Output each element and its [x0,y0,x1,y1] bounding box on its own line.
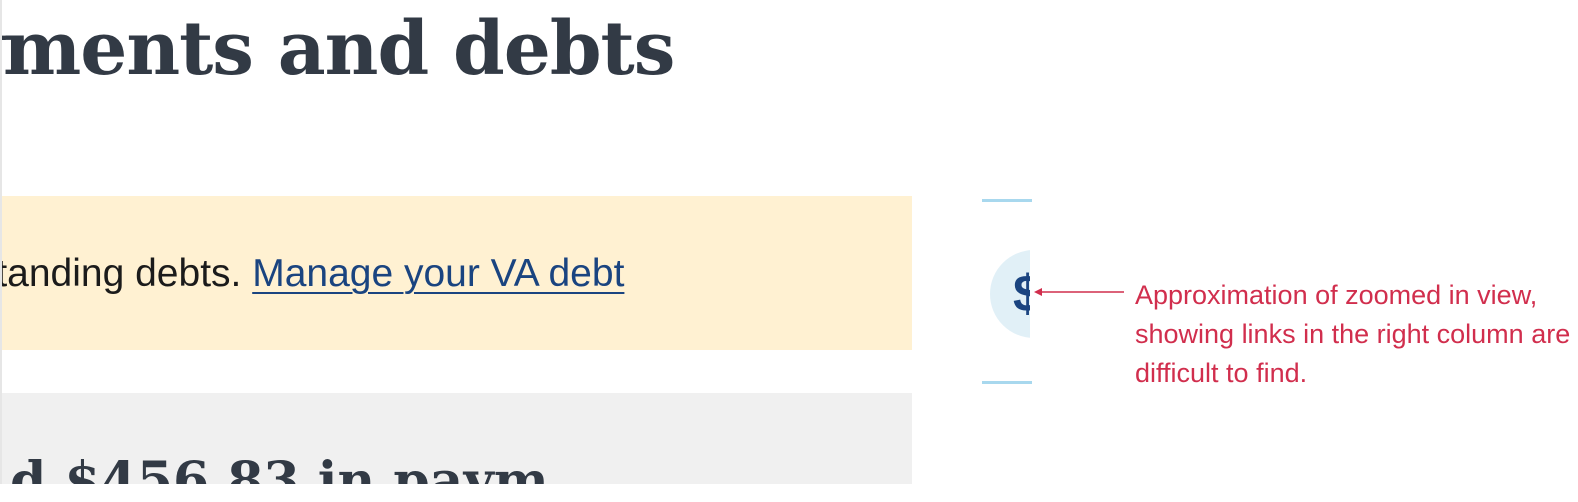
alert-text: tstanding debts. Manage your VA debt [2,252,624,296]
sidebar-bottom-rule [982,381,1032,384]
annotation-note: Approximation of zoomed in view, showing… [1135,280,1571,388]
manage-debt-link[interactable]: Manage your VA debt [252,252,624,295]
zoomed-viewport: ayments and debts tstanding debts. Manag… [0,0,1032,484]
page-title: ayments and debts [2,6,675,92]
payments-summary: d $456.83 in paym [2,393,912,484]
viewport-bottom-edge [0,484,1032,502]
sidebar-top-rule [982,199,1032,202]
annotation-arrow-icon [1034,288,1124,296]
summary-heading: d $456.83 in paym [10,451,549,484]
alert-message: tstanding debts. [2,252,242,295]
